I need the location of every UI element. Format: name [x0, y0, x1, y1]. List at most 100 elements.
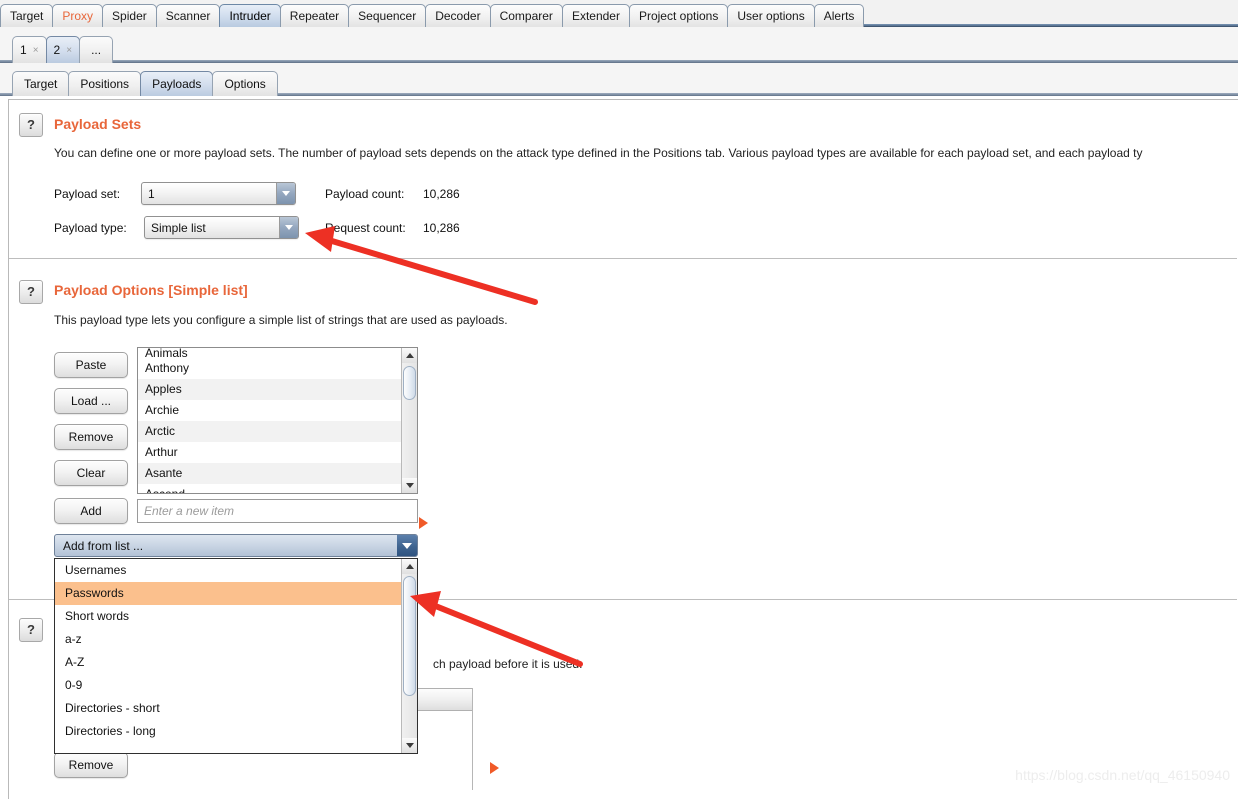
dropdown-scrollbar[interactable] [401, 559, 417, 753]
tab-comparer[interactable]: Comparer [489, 4, 563, 27]
close-icon[interactable]: × [33, 45, 39, 56]
clear-button[interactable]: Clear [54, 460, 128, 486]
main-tab-strip: Target Proxy Spider Scanner Intruder Rep… [0, 0, 1238, 27]
load-button[interactable]: Load ... [54, 388, 128, 414]
remove-button[interactable]: Remove [54, 424, 128, 450]
panel-expand-marker-icon [490, 762, 499, 774]
panel-expand-marker-icon [419, 517, 428, 529]
attack-tab-label: 2 [53, 43, 61, 57]
chevron-down-icon[interactable] [276, 183, 295, 204]
attack-tab-2[interactable]: 2 × [45, 36, 81, 63]
tab-proxy[interactable]: Proxy [52, 4, 104, 27]
list-item[interactable]: Asante [138, 463, 417, 484]
subtab-label: Positions [80, 77, 130, 91]
scrollbar-thumb[interactable] [403, 366, 416, 400]
tab-sequencer[interactable]: Sequencer [348, 4, 427, 27]
dropdown-item-directories-long[interactable]: Directories - long [55, 720, 417, 743]
tab-intruder[interactable]: Intruder [219, 4, 281, 27]
help-icon-payload-sets[interactable]: ? [19, 113, 43, 137]
scroll-down-icon[interactable] [402, 478, 417, 493]
tab-label: Target [10, 9, 44, 23]
payload-sets-description: You can define one or more payload sets.… [54, 146, 1143, 160]
subtab-label: Target [24, 77, 58, 91]
add-from-list-select[interactable]: Add from list ... [54, 534, 418, 557]
intruder-sub-tab-strip: Target Positions Payloads Options [0, 63, 1238, 96]
add-from-list-dropdown[interactable]: Usernames Passwords Short words a-z A-Z … [54, 558, 418, 754]
payload-processing-description-fragment: ch payload before it is used. [433, 657, 583, 671]
payload-count-label: Payload count: [325, 187, 405, 201]
subtab-label: Payloads [152, 77, 202, 91]
list-item[interactable]: Arctic [138, 421, 417, 442]
chevron-down-icon[interactable] [279, 217, 298, 238]
subtab-positions[interactable]: Positions [68, 71, 142, 96]
processing-remove-button[interactable]: Remove [54, 752, 128, 778]
tab-label: Decoder [435, 9, 481, 23]
processing-table-column-divider [472, 688, 473, 790]
dropdown-item-directories-short[interactable]: Directories - short [55, 697, 417, 720]
scroll-up-icon[interactable] [402, 348, 417, 363]
list-item[interactable]: Apples [138, 379, 417, 400]
attack-tab-1[interactable]: 1 × [12, 36, 47, 63]
payload-options-description: This payload type lets you configure a s… [54, 313, 508, 327]
tab-spider[interactable]: Spider [102, 4, 157, 27]
payload-set-label: Payload set: [54, 187, 121, 201]
dropdown-item-usernames[interactable]: Usernames [55, 559, 417, 582]
add-button[interactable]: Add [54, 498, 128, 524]
tab-repeater[interactable]: Repeater [279, 4, 350, 27]
chevron-down-icon[interactable] [397, 535, 417, 556]
tab-decoder[interactable]: Decoder [425, 4, 491, 27]
attack-tab-label: ... [91, 43, 102, 57]
tab-alerts[interactable]: Alerts [813, 4, 865, 27]
tab-label: Spider [112, 9, 147, 23]
payload-count-value: 10,286 [423, 187, 460, 201]
subtab-payloads[interactable]: Payloads [140, 71, 214, 96]
tab-extender[interactable]: Extender [561, 4, 630, 27]
scroll-up-icon[interactable] [402, 559, 417, 574]
dropdown-item-a-z-lower[interactable]: a-z [55, 628, 417, 651]
tab-label: Repeater [289, 9, 340, 23]
payload-type-value: Simple list [151, 220, 206, 235]
tab-scanner[interactable]: Scanner [155, 4, 221, 27]
close-icon[interactable]: × [66, 45, 72, 56]
tab-label: Project options [638, 9, 719, 23]
list-item[interactable]: Arthur [138, 442, 417, 463]
list-item[interactable]: Anthony [138, 358, 417, 379]
payload-set-select[interactable]: 1 [141, 182, 296, 205]
section-divider [9, 258, 1237, 259]
dropdown-item-0-9[interactable]: 0-9 [55, 674, 417, 697]
request-count-label: Request count: [325, 221, 406, 235]
tab-label: Alerts [823, 9, 855, 23]
tab-label: Comparer [499, 9, 553, 23]
tab-label: Extender [571, 9, 620, 23]
payload-sets-title: Payload Sets [54, 116, 142, 132]
list-item[interactable]: Animals [138, 348, 417, 358]
tab-label: User options [737, 9, 805, 23]
paste-button[interactable]: Paste [54, 352, 128, 378]
payloads-pane: ? Payload Sets You can define one or mor… [8, 99, 1238, 799]
add-from-list-value: Add from list ... [63, 538, 144, 553]
tab-user-options[interactable]: User options [727, 4, 815, 27]
new-item-input[interactable] [137, 499, 418, 523]
payload-type-select[interactable]: Simple list [144, 216, 299, 239]
list-item[interactable]: Archie [138, 400, 417, 421]
dropdown-item-passwords[interactable]: Passwords [55, 582, 417, 605]
attack-tab-strip: 1 × 2 × ... [0, 27, 1238, 63]
dropdown-item-short-words[interactable]: Short words [55, 605, 417, 628]
tab-label: Sequencer [358, 9, 417, 23]
tab-label: Proxy [62, 9, 94, 23]
subtab-options[interactable]: Options [212, 71, 278, 96]
payload-list[interactable]: Animals Anthony Apples Archie Arctic Art… [137, 347, 418, 494]
subtab-target[interactable]: Target [12, 71, 70, 96]
watermark: https://blog.csdn.net/qq_46150940 [1015, 767, 1230, 783]
payload-list-scrollbar[interactable] [401, 348, 417, 493]
attack-tab-new[interactable]: ... [79, 36, 114, 63]
tab-project-options[interactable]: Project options [628, 4, 729, 27]
scrollbar-thumb[interactable] [403, 576, 416, 696]
list-item[interactable]: Ascend [138, 484, 417, 493]
scroll-down-icon[interactable] [402, 738, 417, 753]
dropdown-item-a-z-upper[interactable]: A-Z [55, 651, 417, 674]
help-icon-payload-processing[interactable]: ? [19, 618, 43, 642]
help-icon-payload-options[interactable]: ? [19, 280, 43, 304]
tab-target[interactable]: Target [0, 4, 54, 27]
subtab-label: Options [224, 77, 266, 91]
